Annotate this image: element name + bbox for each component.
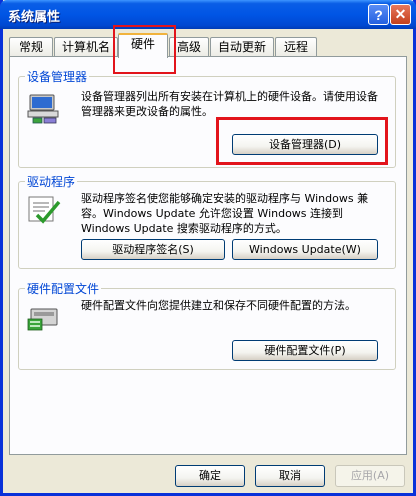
driver-signing-icon: [28, 196, 61, 224]
hardware-profile-icon: [27, 308, 58, 331]
drivers-description: 驱动程序签名使您能够确定安装的驱动程序与 Windows 兼容。Windows …: [81, 192, 369, 235]
ok-button[interactable]: 确定: [175, 465, 245, 487]
close-button[interactable]: ✕: [390, 4, 411, 25]
title-bar[interactable]: 系统属性 ? ✕: [0, 0, 416, 29]
drivers-group-label: 驱动程序: [25, 173, 78, 190]
help-button[interactable]: ?: [368, 4, 389, 25]
hardware-profiles-group-label: 硬件配置文件: [25, 280, 102, 297]
windows-update-button[interactable]: Windows Update(W): [232, 239, 378, 260]
cancel-button[interactable]: 取消: [255, 465, 325, 487]
help-icon: ?: [374, 6, 383, 23]
window-title: 系统属性: [8, 10, 61, 25]
drivers-group: 驱动程序 驱动程序签名使您能够确定安装的驱动程序与 Windows 兼容。Win…: [18, 173, 396, 269]
tab-strip: 常规 计算机名 硬件 高级 自动更新 远程: [7, 31, 411, 58]
device-manager-description: 设备管理器列出所有安装在计算机上的硬件设备。请使用设备管理器来更改设备的属性。: [81, 90, 378, 118]
device-manager-highlight-box: [216, 117, 388, 165]
apply-button[interactable]: 应用(A): [335, 465, 405, 487]
hardware-tab-panel: 设备管理器 设备管理器列出所有安装在计算机上的硬件设备。请使用设备管理器来更改设…: [9, 56, 407, 455]
tab-general[interactable]: 常规: [9, 37, 53, 57]
tab-computer-name[interactable]: 计算机名: [54, 37, 118, 57]
tab-highlight-box: [113, 25, 176, 74]
driver-signing-button[interactable]: 驱动程序签名(S): [81, 239, 225, 260]
tab-remote[interactable]: 远程: [275, 37, 317, 57]
tab-automatic-updates[interactable]: 自动更新: [210, 37, 274, 57]
system-properties-window: 系统属性 ? ✕ 常规 计算机名 硬件 高级 自动更新 远程 设备管理器 设备管…: [0, 0, 416, 496]
close-icon: ✕: [394, 6, 407, 22]
hardware-profiles-description: 硬件配置文件向您提供建立和保存不同硬件配置的方法。: [81, 299, 356, 312]
device-manager-group-label: 设备管理器: [25, 68, 90, 85]
hardware-profiles-button[interactable]: 硬件配置文件(P): [232, 340, 378, 361]
device-manager-icon: [27, 94, 59, 124]
hardware-profiles-group: 硬件配置文件 硬件配置文件向您提供建立和保存不同硬件配置的方法。 硬件配置文件(…: [18, 280, 396, 370]
